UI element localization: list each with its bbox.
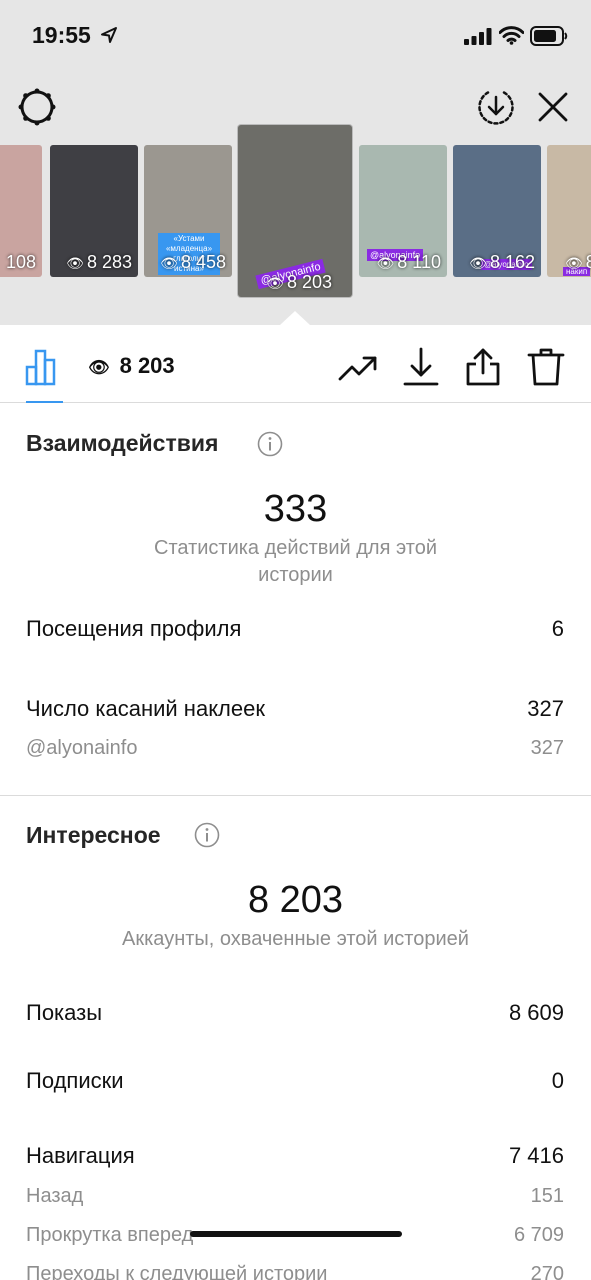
wifi-icon — [499, 26, 524, 45]
forward-value: 6 709 — [513, 1224, 564, 1246]
profile-visits-value: 6 — [551, 616, 564, 641]
next-story-label: Переходы к следующей истории — [26, 1263, 328, 1280]
eye-icon: 👁 — [66, 255, 84, 271]
location-arrow-icon — [101, 27, 117, 43]
story-thumbnail[interactable]: 👁 8 283 — [50, 145, 138, 277]
story-thumbnail[interactable]: @alyonainfo 👁 8 162 — [453, 145, 541, 277]
back-value: 151 — [530, 1185, 564, 1207]
info-icon[interactable] — [257, 431, 283, 457]
discovery-total: 8 203 — [247, 879, 344, 921]
interactions-caption: Статистика действий для этой истории — [154, 537, 437, 586]
thumbnail-view-count: 👁 8 283 — [66, 252, 132, 272]
story-thumbnail-selected[interactable]: @alyonainfo 👁 8 203 — [238, 125, 352, 297]
follows-value: 0 — [551, 1068, 564, 1093]
follows-label: Подписки — [26, 1068, 124, 1093]
thumbnail-view-count: 👁 8 — [565, 252, 591, 272]
sticker-taps-value: 327 — [527, 696, 564, 721]
thumbnail-view-count: 👁 8 458 — [160, 252, 226, 272]
discovery-title: Интересное — [26, 822, 161, 848]
eye-icon: 👁 — [160, 255, 178, 271]
next-story-value: 270 — [530, 1263, 564, 1280]
section-divider — [0, 795, 591, 796]
share-icon[interactable] — [463, 347, 503, 387]
bar-chart-icon[interactable] — [24, 347, 64, 387]
eye-icon: 👁 — [88, 358, 110, 377]
thumbnail-view-count: 👁 8 162 — [469, 252, 535, 272]
eye-icon: 👁 — [376, 255, 395, 271]
back-label: Назад — [26, 1185, 84, 1207]
download-circle-icon[interactable] — [476, 87, 516, 127]
story-thumbnails: 108 👁 8 283 «Устами «младенца» глаголит и… — [0, 125, 591, 297]
impressions-value: 8 609 — [508, 1000, 564, 1025]
profile-visits-label: Посещения профиля — [26, 616, 242, 641]
mention-sticker-value: 327 — [530, 737, 564, 759]
mention-sticker-label[interactable]: @alyonainfo — [26, 737, 137, 760]
forward-label: Прокрутка вперед — [26, 1224, 194, 1246]
battery-icon — [530, 26, 568, 46]
story-thumbnail[interactable]: 108 — [0, 145, 42, 277]
gear-icon[interactable] — [17, 87, 57, 127]
thumbnail-view-count: 👁 8 110 — [376, 252, 442, 272]
impressions-label: Показы — [26, 1000, 103, 1025]
cellular-signal-icon — [464, 28, 492, 45]
status-bar: 19:55 — [0, 0, 591, 72]
trash-icon[interactable] — [526, 347, 566, 387]
story-thumbnail[interactable]: «Устами «младенца» глаголит истина» 👁 8 4… — [144, 145, 232, 277]
eye-icon: 👁 — [469, 255, 487, 271]
story-view-count: 👁 8 203 — [88, 353, 175, 378]
story-thumbnail[interactable]: накип 👁 8 — [547, 145, 591, 277]
active-tab-indicator — [26, 401, 63, 403]
sticker-taps-label: Число касаний наклеек — [26, 696, 265, 721]
story-strip-area: 19:55 108 👁 8 283 «Устами «младенца» гла… — [0, 0, 591, 325]
selection-pointer — [280, 311, 310, 325]
download-icon[interactable] — [401, 347, 441, 387]
home-indicator — [190, 1231, 402, 1237]
navigation-value: 7 416 — [508, 1143, 564, 1168]
info-icon[interactable] — [194, 822, 220, 848]
close-icon[interactable] — [534, 88, 572, 126]
interactions-title: Взаимодействия — [26, 430, 219, 456]
interactions-total: 333 — [263, 488, 328, 530]
thumbnail-view-count: 👁 8 203 — [266, 272, 332, 292]
story-thumbnail[interactable]: @alyonainfo 👁 8 110 — [359, 145, 447, 277]
status-time: 19:55 — [32, 22, 91, 48]
navigation-label: Навигация — [26, 1143, 135, 1168]
thumbnail-view-count: 108 — [5, 252, 36, 272]
trend-icon[interactable] — [338, 347, 378, 387]
eye-icon: 👁 — [266, 275, 284, 291]
eye-icon: 👁 — [565, 255, 583, 271]
story-toolbar: 👁 8 203 — [0, 325, 591, 403]
discovery-caption: Аккаунты, охваченные этой историей — [122, 928, 469, 950]
